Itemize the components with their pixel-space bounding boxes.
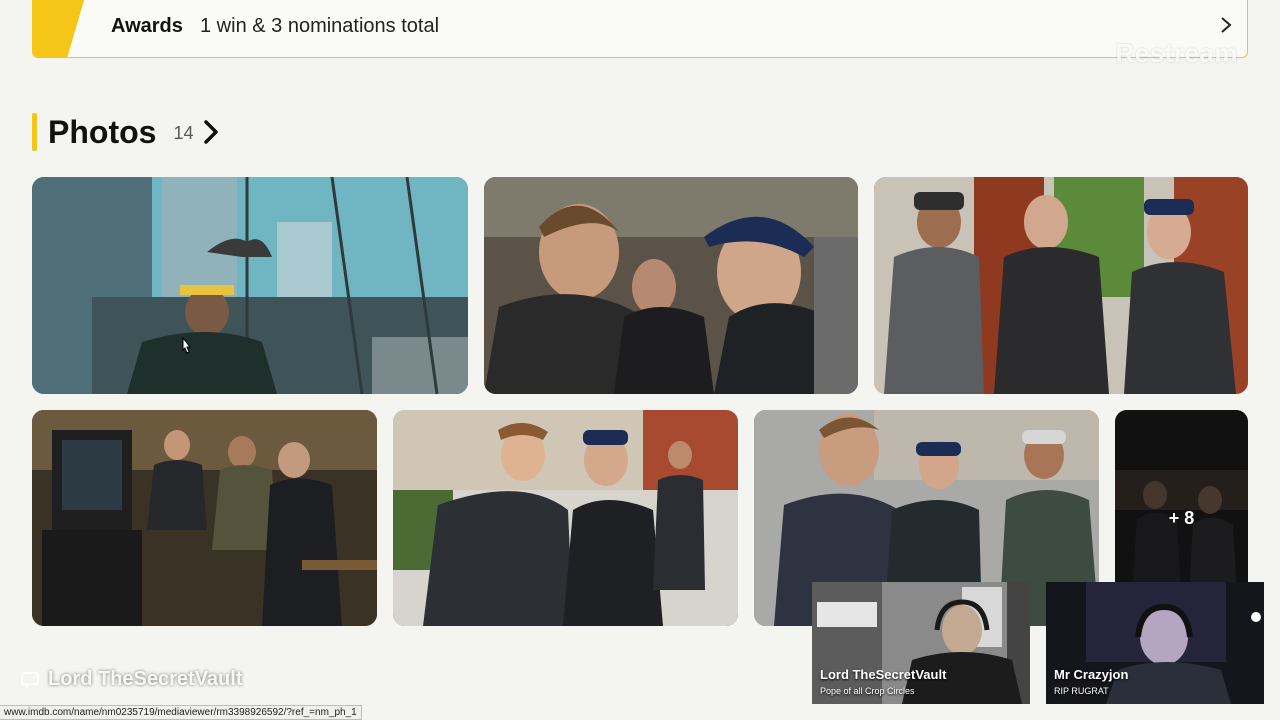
cam-name: Mr Crazyjon (1054, 667, 1129, 682)
photo-tile-1[interactable] (32, 177, 468, 394)
section-accent-bar (32, 113, 37, 151)
cam-subtitle: Pope of all Crop Circles (820, 686, 915, 696)
photo-tile-2[interactable] (484, 177, 858, 394)
photo-tile-4[interactable] (32, 410, 377, 626)
photos-count: 14 (173, 123, 194, 143)
webcam-feed-1: Lord TheSecretVault Pope of all Crop Cir… (812, 582, 1030, 704)
photo-glass-window (32, 177, 468, 394)
browser-status-url: www.imdb.com/name/nm0235719/mediaviewer/… (0, 705, 362, 720)
awards-accent-stripe (33, 0, 85, 57)
photos-section-header[interactable]: Photos 14 (32, 112, 219, 152)
photo-tile-3[interactable] (874, 177, 1248, 394)
current-speaker: Lord TheSecretVault (20, 668, 243, 691)
photos-title: Photos (48, 113, 157, 150)
photo-tile-5[interactable] (393, 410, 738, 626)
chevron-right-icon[interactable] (1219, 15, 1233, 35)
photo-crew-monitor (32, 410, 377, 626)
photo-two-men (484, 177, 858, 394)
awards-label: Awards (111, 15, 183, 37)
awards-bar[interactable]: Awards 1 win & 3 nominations total (32, 0, 1248, 58)
chat-bubble-icon (21, 671, 39, 688)
restream-watermark: Restream (1115, 38, 1238, 68)
speaker-name: Lord TheSecretVault (48, 668, 243, 690)
chevron-right-icon[interactable] (203, 119, 219, 145)
cam-name: Lord TheSecretVault (820, 667, 947, 682)
photo-three-men (874, 177, 1248, 394)
pointer-cursor-icon (182, 337, 192, 354)
webcam-feed-2: Mr Crazyjon RIP RUGRAT (1046, 582, 1264, 704)
photo-two-men-street (393, 410, 738, 626)
awards-summary: 1 win & 3 nominations total (200, 15, 440, 37)
cam-subtitle: RIP RUGRAT (1054, 686, 1109, 696)
